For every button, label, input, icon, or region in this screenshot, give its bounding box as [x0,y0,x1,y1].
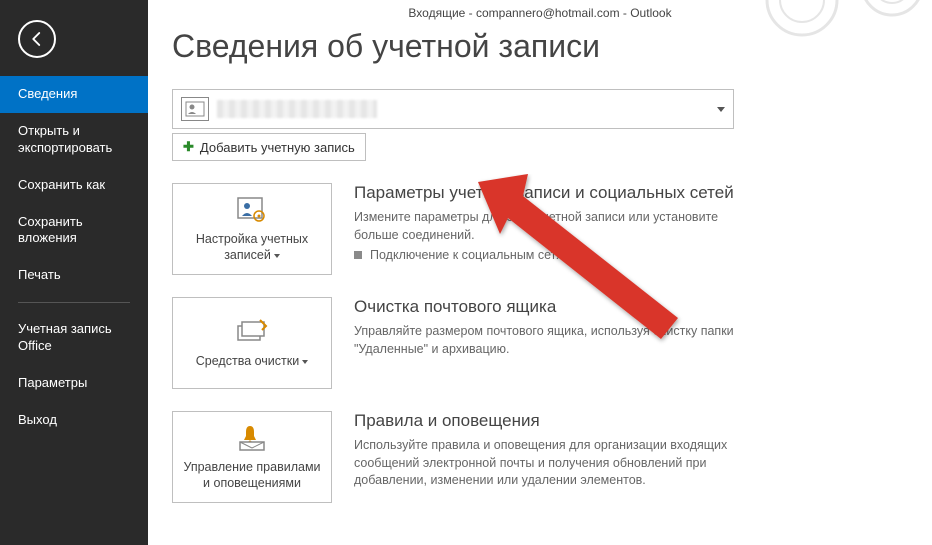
social-connect-link[interactable]: Подключение к социальным сетям. [354,248,754,262]
account-icon [181,97,209,121]
nav-item-print[interactable]: Печать [0,257,148,294]
tile-label: Настройка учетных записей [179,232,325,263]
tile-label: Управление правилами и оповещениями [179,460,325,491]
nav-item-save-as[interactable]: Сохранить как [0,167,148,204]
nav-item-exit[interactable]: Выход [0,402,148,439]
broom-icon [232,316,272,348]
section-title: Очистка почтового ящика [354,297,754,317]
content-area: Входящие - compannero@hotmail.com - Outl… [148,0,932,545]
add-account-button[interactable]: ✚ Добавить учетную запись [172,133,366,161]
bullet-icon [354,251,362,259]
section-cleanup: Средства очистки Очистка почтового ящика… [172,297,908,389]
plus-icon: ✚ [183,139,194,155]
section-desc: Очистка почтового ящика Управляйте разме… [354,297,754,362]
account-selector[interactable] [172,89,734,129]
section-title: Правила и оповещения [354,411,754,431]
tile-rules-alerts[interactable]: Управление правилами и оповещениями [172,411,332,503]
account-email-redacted [217,100,377,118]
section-title: Параметры учетной записи и социальных се… [354,183,754,203]
window-title: Входящие - compannero@hotmail.com - Outl… [172,0,908,20]
nav-item-open-export[interactable]: Открыть и экспортировать [0,113,148,167]
outlook-backstage: Сведения Открыть и экспортировать Сохран… [0,0,932,545]
section-text: Измените параметры для этой учетной запи… [354,209,754,244]
arrow-left-icon [28,30,46,48]
nav-item-office-account[interactable]: Учетная запись Office [0,311,148,365]
nav-separator [18,302,130,303]
dropdown-caret-icon [274,254,280,258]
section-account-settings: Настройка учетных записей Параметры учет… [172,183,908,275]
back-button[interactable] [18,20,56,58]
chevron-down-icon [717,107,725,112]
nav-item-info[interactable]: Сведения [0,76,148,113]
rules-bell-icon [232,422,272,454]
nav-item-save-attachments[interactable]: Сохранить вложения [0,204,148,258]
section-desc: Правила и оповещения Используйте правила… [354,411,754,494]
section-rules: Управление правилами и оповещениями Прав… [172,411,908,503]
dropdown-caret-icon [302,360,308,364]
tile-cleanup-tools[interactable]: Средства очистки [172,297,332,389]
backstage-sidebar: Сведения Открыть и экспортировать Сохран… [0,0,148,545]
tiles-container: Настройка учетных записей Параметры учет… [172,183,908,503]
tile-account-settings[interactable]: Настройка учетных записей [172,183,332,275]
section-text: Управляйте размером почтового ящика, исп… [354,323,754,358]
tile-label: Средства очистки [196,354,308,370]
person-gear-icon [232,194,272,226]
section-desc: Параметры учетной записи и социальных се… [354,183,754,262]
nav-item-options[interactable]: Параметры [0,365,148,402]
section-text: Используйте правила и оповещения для орг… [354,437,754,490]
add-account-label: Добавить учетную запись [200,140,355,155]
